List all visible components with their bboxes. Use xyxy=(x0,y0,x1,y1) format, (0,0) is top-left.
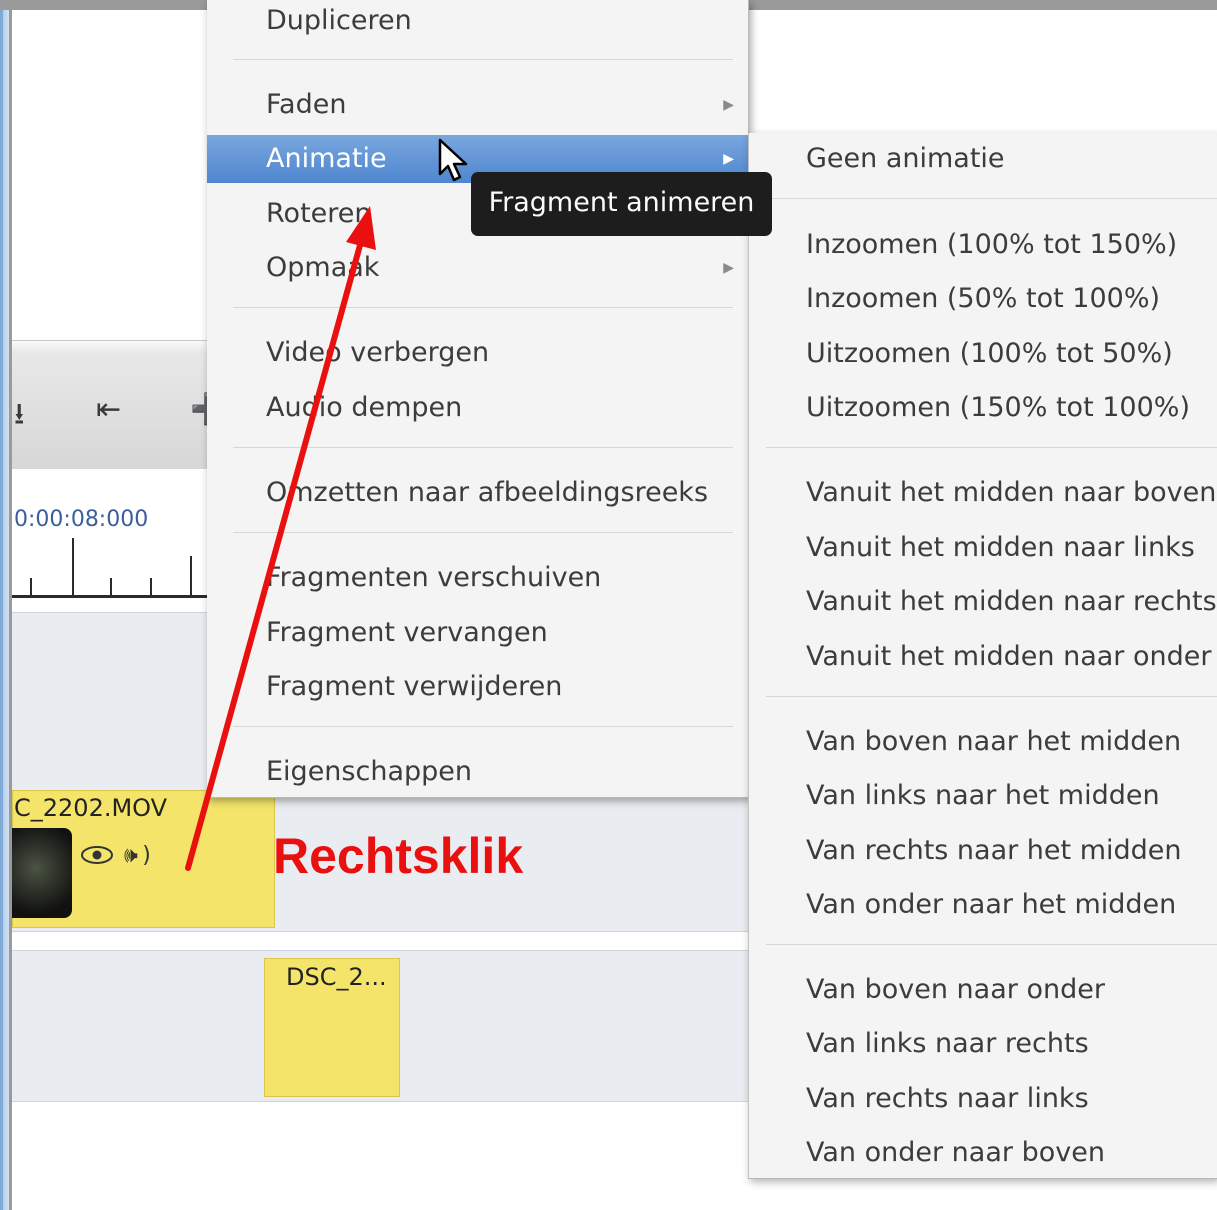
annotation-arrow-icon xyxy=(185,206,376,871)
annotation-label: Rechtsklik xyxy=(273,828,524,884)
